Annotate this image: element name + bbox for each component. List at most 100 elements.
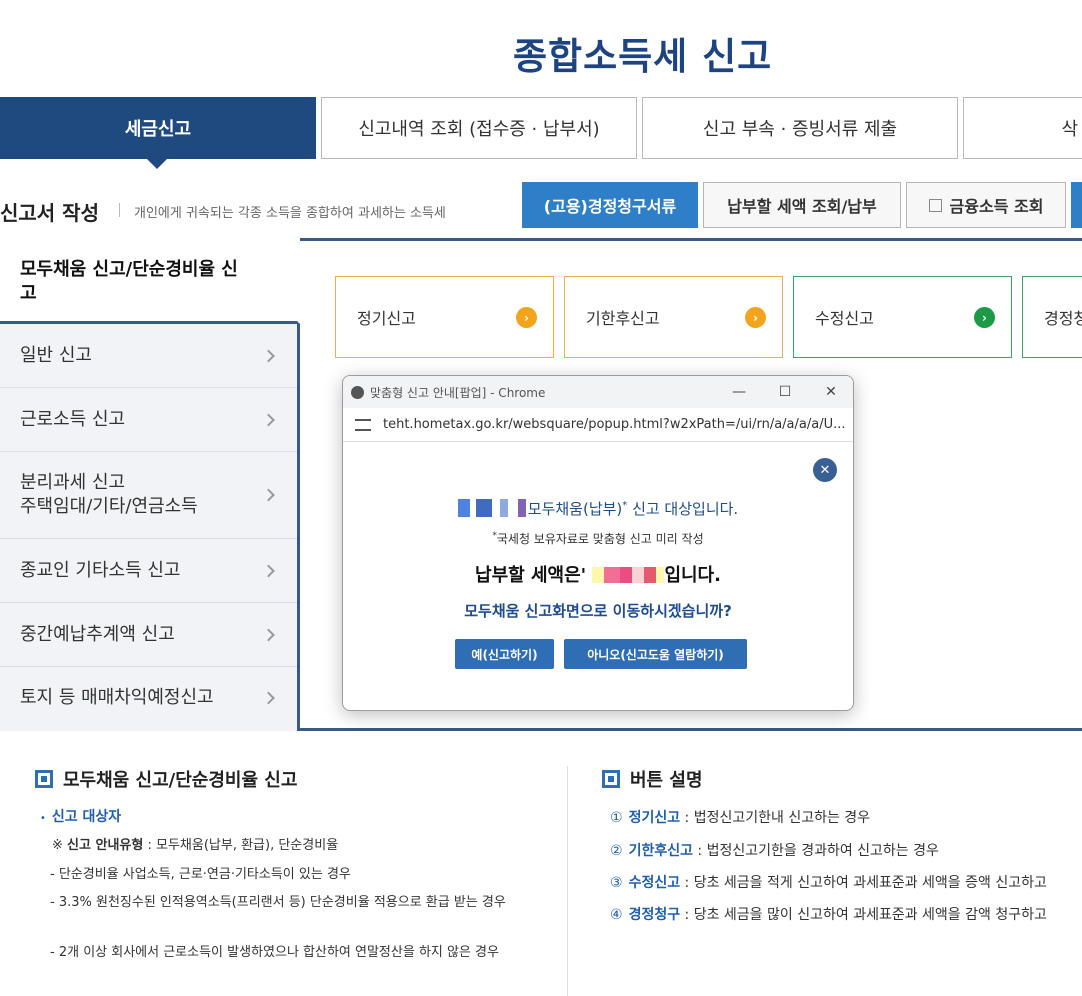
chevron-right-icon xyxy=(262,488,275,502)
popup-line1-suffix: 신고 대상입니다. xyxy=(627,500,739,518)
tax-lookup-button[interactable]: 납부할 세액 조회/납부 xyxy=(703,182,901,228)
section-title: 신고서 작성 xyxy=(0,201,99,225)
item-number: ③ xyxy=(610,875,623,891)
minimize-icon[interactable]: — xyxy=(729,382,749,402)
popup-amount-prefix: 납부할 세액은' xyxy=(475,565,587,586)
tab-more[interactable]: 삭 xyxy=(963,97,1082,159)
item-number: ① xyxy=(610,810,623,826)
item-number: ④ xyxy=(610,907,623,923)
popup-url: teht.hometax.go.kr/websquare/popup.html?… xyxy=(383,417,846,432)
redacted-amount xyxy=(592,567,665,583)
popup-url-bar[interactable]: teht.hometax.go.kr/websquare/popup.html?… xyxy=(343,408,853,442)
item-number: ② xyxy=(610,843,623,859)
button-desc-item: ① 정기신고 : 법정신고기한내 신고하는 경우 xyxy=(610,807,870,827)
item-text: : 당초 세금을 많이 신고하여 과세표준과 세액을 감액 청구하고 xyxy=(680,907,1047,923)
finance-lookup-button[interactable]: 금융소득 조회 xyxy=(906,182,1066,228)
side-item-land[interactable]: 토지 등 매매차익예정신고 xyxy=(0,667,297,728)
section-separator xyxy=(119,203,120,217)
yes-report-button[interactable]: 예(신고하기) xyxy=(455,639,554,669)
report-type-label: 정기신고 xyxy=(357,309,416,328)
arrow-right-icon: › xyxy=(516,307,537,328)
bullet-text: 단순경비율 사업소득, 근로·연금·기타소득이 있는 경우 xyxy=(58,867,351,882)
finance-lookup-label: 금융소득 조회 xyxy=(949,197,1044,216)
popup-window: 맞춤형 신고 안내[팝업] - Chrome — ☐ ✕ teht.hometa… xyxy=(342,375,854,711)
redacted-name xyxy=(457,499,528,517)
main-tabs: 세금신고 신고내역 조회 (접수증 · 납부서) 신고 부속 · 증빙서류 제출… xyxy=(0,97,1082,169)
popup-question: 모두채움 신고화면으로 이동하시겠습니까? xyxy=(464,602,732,620)
more-button[interactable] xyxy=(1071,182,1082,228)
guide-type-line: ※ 신고 안내유형 : 모두채움(납부, 환급), 단순경비율 xyxy=(52,836,338,856)
report-type-label: 기한후신고 xyxy=(586,309,660,328)
side-item-label: 일반 신고 xyxy=(20,344,92,366)
bullet-item: - 단순경비율 사업소득, 근로·연금·기타소득이 있는 경우 xyxy=(50,867,351,882)
popup-window-title: 맞춤형 신고 안내[팝업] - Chrome xyxy=(370,385,546,400)
target-label: • 신고 대상자 xyxy=(40,809,122,825)
info-divider xyxy=(567,766,568,996)
item-text: : 법정신고기한내 신고하는 경우 xyxy=(680,810,871,826)
side-item-interim[interactable]: 중간예납추계액 신고 xyxy=(0,603,297,667)
late-report-button[interactable]: 기한후신고 › xyxy=(564,276,783,358)
info-right-heading: 버튼 설명 xyxy=(602,766,703,792)
maximize-icon[interactable]: ☐ xyxy=(775,382,795,402)
item-label: 경정청구 xyxy=(628,907,681,923)
regular-report-button[interactable]: 정기신고 › xyxy=(335,276,554,358)
side-item-label: 분리과세 신고 주택임대/기타/연금소득 xyxy=(20,472,198,517)
report-type-label: 경정청 xyxy=(1044,309,1082,328)
popup-amount-line: 납부할 세액은' 입니다. xyxy=(343,561,853,587)
popup-line2: 국세청 보유자료로 맞춤형 신고 미리 작성 xyxy=(496,532,704,546)
button-desc-item: ④ 경정청구 : 당초 세금을 많이 신고하여 과세표준과 세액을 감액 청구하고 xyxy=(610,904,1047,924)
page-title: 종합소득세 신고 xyxy=(513,35,773,78)
popup-note-line: *국세청 보유자료로 맞춤형 신고 미리 작성 xyxy=(343,530,853,547)
bullet-item: - 2개 이상 회사에서 근로소득이 발생하였으나 합산하여 연말정산을 하지 … xyxy=(50,945,499,960)
button-desc-item: ② 기한후신고 : 법정신고기한을 경과하여 신고하는 경우 xyxy=(610,840,939,860)
tab-report-history[interactable]: 신고내역 조회 (접수증 · 납부서) xyxy=(321,97,637,159)
item-text: : 당초 세금을 적게 신고하여 과세표준과 세액을 증액 신고하고 xyxy=(680,875,1047,891)
side-item-separate-tax[interactable]: 분리과세 신고 주택임대/기타/연금소득 xyxy=(0,452,297,539)
arrow-right-icon: › xyxy=(974,307,995,328)
no-view-help-button[interactable]: 아니오(신고도움 열람하기) xyxy=(564,639,747,669)
side-item-label: 근로소득 신고 xyxy=(20,408,126,430)
side-item-earned-income[interactable]: 근로소득 신고 xyxy=(0,388,297,452)
site-info-icon[interactable] xyxy=(355,418,371,431)
arrow-right-icon: › xyxy=(745,307,766,328)
close-icon[interactable]: ✕ xyxy=(813,458,837,482)
chevron-right-icon xyxy=(262,628,275,641)
side-item-general[interactable]: 일반 신고 xyxy=(0,324,297,388)
amended-report-button[interactable]: 수정신고 › xyxy=(793,276,1012,358)
info-left-heading: 모두채움 신고/단순경비율 신고 xyxy=(35,766,297,792)
item-label: 기한후신고 xyxy=(628,843,693,859)
close-window-icon[interactable]: ✕ xyxy=(821,382,841,402)
bullet-text: 3.3% 원천징수된 인적용역소득(프리랜서 등) 단순경비율 적용으로 환급 … xyxy=(58,895,506,910)
chevron-right-icon xyxy=(262,691,275,704)
tab-attachments[interactable]: 신고 부속 · 증빙서류 제출 xyxy=(642,97,958,159)
report-type-label: 수정신고 xyxy=(815,309,874,328)
guide-mark: ※ xyxy=(52,838,63,853)
button-desc-item: ③ 수정신고 : 당초 세금을 적게 신고하여 과세표준과 세액을 증액 신고하고 xyxy=(610,872,1047,892)
item-label: 정기신고 xyxy=(628,810,681,826)
guide-label: 신고 안내유형 xyxy=(67,838,144,853)
side-item-active[interactable]: 모두채움 신고/단순경비율 신고 xyxy=(0,238,300,324)
chevron-right-icon xyxy=(262,564,275,577)
chevron-right-icon xyxy=(262,349,275,362)
guide-text: : 모두채움(납부, 환급), 단순경비율 xyxy=(147,838,339,853)
side-item-label: 종교인 기타소득 신고 xyxy=(20,559,181,581)
popup-amount-suffix: 입니다. xyxy=(664,565,721,586)
side-item-religious[interactable]: 종교인 기타소득 신고 xyxy=(0,539,297,603)
info-right-heading-text: 버튼 설명 xyxy=(630,770,703,791)
side-item-label: 중간예납추계액 신고 xyxy=(20,623,175,645)
bullet-text: 2개 이상 회사에서 근로소득이 발생하였으나 합산하여 연말정산을 하지 않은… xyxy=(58,945,499,960)
receipt-docs-button[interactable]: (고용)경정청구서류 xyxy=(522,182,698,228)
correction-claim-button[interactable]: 경정청 xyxy=(1022,276,1082,358)
tab-tax-report[interactable]: 세금신고 xyxy=(0,97,316,169)
popup-titlebar: 맞춤형 신고 안내[팝업] - Chrome — ☐ ✕ xyxy=(343,376,853,408)
item-text: : 법정신고기한을 경과하여 신고하는 경우 xyxy=(692,843,939,859)
checkbox-icon xyxy=(928,198,942,212)
popup-target-line: 모두채움(납부)* 신고 대상입니다. xyxy=(343,498,853,519)
popup-line1: 모두채움(납부) xyxy=(527,500,623,518)
info-left-heading-text: 모두채움 신고/단순경비율 신고 xyxy=(63,770,298,791)
bullet-item: - 3.3% 원천징수된 인적용역소득(프리랜서 등) 단순경비율 적용으로 환… xyxy=(50,895,506,910)
item-label: 수정신고 xyxy=(628,875,681,891)
side-item-label: 토지 등 매매차익예정신고 xyxy=(20,686,214,708)
popup-body: ✕ 모두채움(납부)* 신고 대상입니다. *국세청 보유자료로 맞춤형 신고 … xyxy=(343,442,853,710)
globe-icon xyxy=(351,385,364,399)
